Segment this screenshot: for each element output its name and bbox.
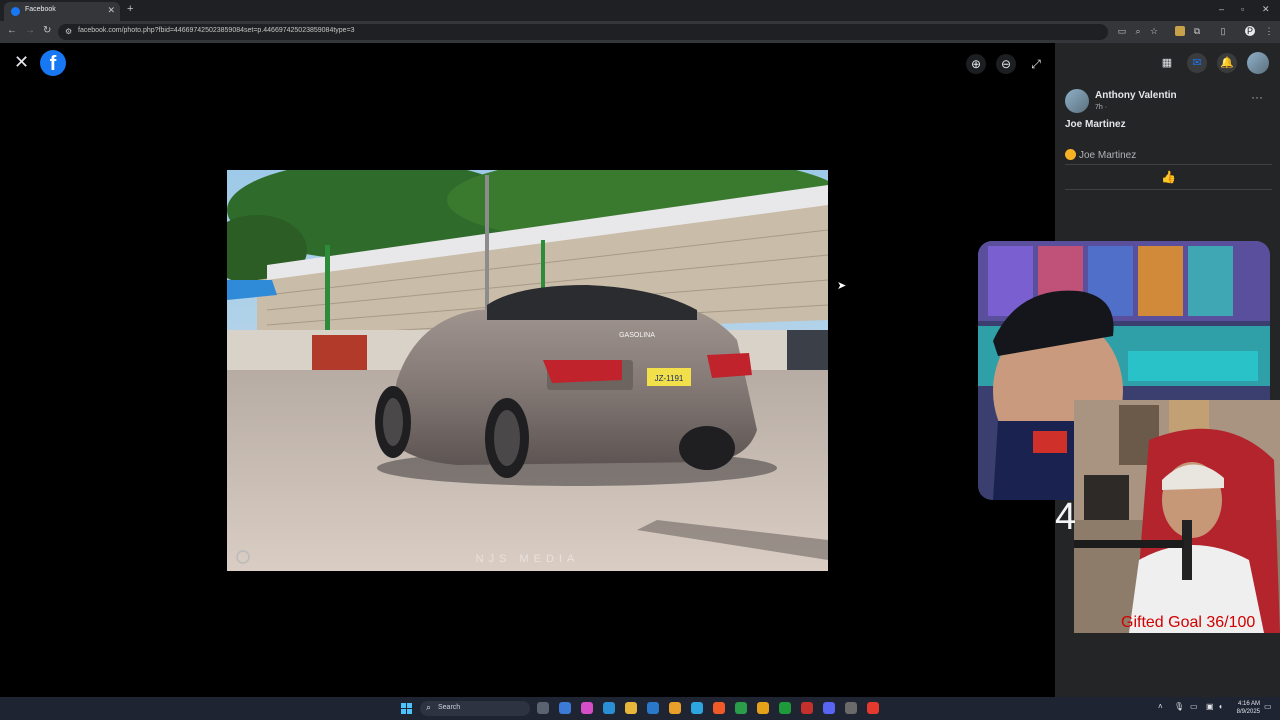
site-info-icon[interactable]: ⚙ <box>65 27 72 36</box>
post-author-name[interactable]: Anthony Valentin <box>1095 90 1177 101</box>
app-icon[interactable] <box>801 702 813 714</box>
maximize-icon[interactable]: ▫ <box>1241 4 1244 14</box>
app-icon[interactable] <box>559 702 571 714</box>
webcam-overlay-secondary <box>1074 400 1280 633</box>
windows-start-icon[interactable] <box>401 703 413 715</box>
taskbar-clock[interactable]: 4:16 AM 8/9/2025 <box>1228 700 1260 716</box>
cast-icon[interactable]: ▭ <box>1117 26 1127 36</box>
url-text: facebook.com/photo.php?fbid=446697425023… <box>78 27 355 34</box>
fullscreen-icon[interactable]: ⤢ <box>1026 54 1046 74</box>
app-icon[interactable] <box>845 702 857 714</box>
post-timestamp[interactable]: 7h · <box>1095 104 1107 111</box>
windshield-banner-text: GASOLINA <box>619 332 655 339</box>
post-text: Joe Martinez <box>1065 119 1126 130</box>
taskbar-search-label: Search <box>438 704 461 711</box>
zoom-in-icon[interactable]: ⊕ <box>966 54 986 74</box>
telegram-icon[interactable] <box>691 702 703 714</box>
tray-chevron-icon[interactable]: ˄ <box>1158 702 1163 711</box>
app-icon[interactable] <box>713 702 725 714</box>
close-viewer-icon[interactable]: ✕ <box>14 52 29 73</box>
tab-title: Facebook <box>25 6 56 13</box>
reaction-summary[interactable]: Joe Martinez <box>1065 149 1136 161</box>
photo-viewer: ✕ f ⊕ ⊖ ⤢ JZ-1191 GASOLINA NJS MEDIA ➤ <box>0 43 1055 697</box>
store-icon[interactable] <box>647 702 659 714</box>
like-thumb-icon[interactable]: 👍 <box>1161 170 1176 184</box>
clock-time: 4:16 AM <box>1237 701 1260 707</box>
browser-toolbar: ← → ↻ ⚙ facebook.com/photo.php?fbid=4466… <box>0 21 1280 43</box>
network-icon[interactable]: ▣ <box>1206 702 1214 711</box>
app-icon[interactable] <box>669 702 681 714</box>
photo-watermark: NJS MEDIA <box>475 553 580 565</box>
clock-date: 8/9/2025 <box>1236 709 1260 715</box>
more-options-icon[interactable]: ··· <box>1251 90 1263 104</box>
edge-icon[interactable] <box>603 702 615 714</box>
haha-reaction-icon <box>1065 149 1076 160</box>
overlay-counter: 4 <box>1055 496 1077 538</box>
tray-app-icon[interactable]: ▭ <box>1190 702 1198 711</box>
zoom-out-icon[interactable]: ⊖ <box>996 54 1016 74</box>
taskbar-search[interactable]: ⌕ Search <box>420 701 530 716</box>
discord-icon[interactable] <box>823 702 835 714</box>
search-icon: ⌕ <box>426 702 432 712</box>
reaction-name: Joe Martinez <box>1079 150 1137 161</box>
extensions-puzzle-icon[interactable]: ⧉ <box>1192 26 1202 36</box>
minimize-icon[interactable]: – <box>1219 4 1224 14</box>
facebook-logo-icon[interactable]: f <box>40 50 66 76</box>
app-icon[interactable] <box>867 702 879 714</box>
notifications-bell-icon[interactable]: 🔔 <box>1217 53 1237 73</box>
tab-close-icon[interactable]: ✕ <box>107 5 115 16</box>
address-bar[interactable]: ⚙ facebook.com/photo.php?fbid=4466974250… <box>58 24 1108 40</box>
window-close-icon[interactable]: ✕ <box>1262 4 1270 15</box>
divider <box>1065 189 1272 190</box>
volume-icon[interactable]: ◖ <box>1218 702 1223 711</box>
facebook-favicon-icon <box>11 7 20 16</box>
webcam-secondary-image <box>1074 400 1280 633</box>
menu-grid-icon[interactable]: ▦ <box>1157 53 1177 73</box>
chrome-menu-icon[interactable]: ⋮ <box>1264 26 1274 36</box>
browser-tab-bar: Facebook ✕ + – ▫ ✕ <box>0 0 1280 21</box>
reload-icon[interactable]: ↻ <box>43 25 51 36</box>
extension-icon[interactable] <box>1175 26 1185 36</box>
author-avatar[interactable] <box>1065 89 1089 113</box>
account-avatar[interactable] <box>1247 52 1269 74</box>
browser-tab[interactable]: Facebook ✕ <box>4 2 120 21</box>
bookmark-star-icon[interactable]: ☆ <box>1149 26 1159 36</box>
messenger-icon[interactable]: ✉ <box>1187 53 1207 73</box>
car-photo-image: JZ-1191 GASOLINA <box>227 170 828 571</box>
new-tab-button[interactable]: + <box>127 3 133 15</box>
side-panel-icon[interactable]: ▯ <box>1218 26 1228 36</box>
xbox-icon[interactable] <box>779 702 791 714</box>
license-plate-text: JZ-1191 <box>655 374 684 383</box>
file-explorer-icon[interactable] <box>625 702 637 714</box>
back-icon[interactable]: ← <box>7 25 17 36</box>
forward-icon[interactable]: → <box>25 25 35 36</box>
chrome-icon[interactable] <box>757 702 769 714</box>
windows-taskbar: ⌕ Search ˄ 🎙 ▭ ▣ ◖ 4:16 AM 8/9/2025 ▭ <box>0 697 1280 720</box>
mouse-cursor-icon: ➤ <box>837 280 847 292</box>
profile-icon[interactable]: P <box>1245 26 1255 36</box>
gifted-goal-text: Gifted Goal 36/100 <box>1121 614 1256 631</box>
zoom-icon[interactable]: ⌕ <box>1133 26 1143 36</box>
divider <box>1065 164 1272 165</box>
notification-center-icon[interactable]: ▭ <box>1264 702 1272 711</box>
car-photo: JZ-1191 GASOLINA NJS MEDIA <box>227 170 828 571</box>
task-view-icon[interactable] <box>537 702 549 714</box>
app-icon[interactable] <box>735 702 747 714</box>
copilot-icon[interactable] <box>581 702 593 714</box>
microphone-icon[interactable]: 🎙 <box>1174 702 1184 711</box>
